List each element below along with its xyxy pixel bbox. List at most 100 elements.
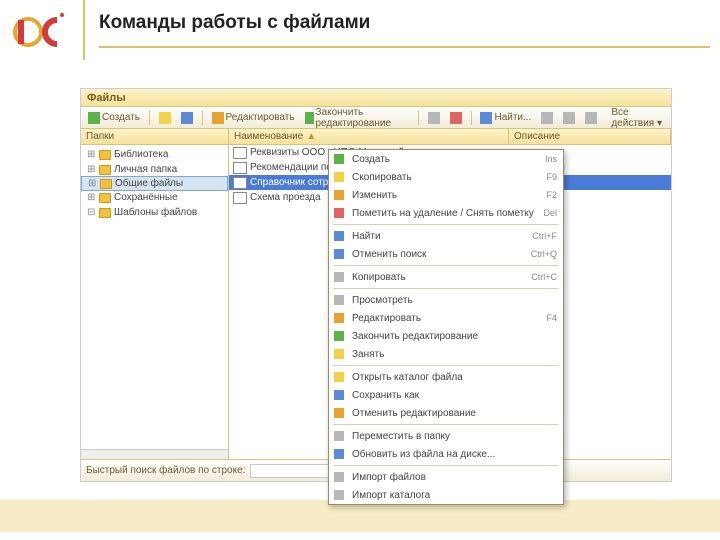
context-menu-item[interactable]: Сохранить как (329, 386, 563, 404)
menu-item-shortcut: Ctrl+Q (531, 249, 557, 259)
tree-item[interactable]: ⊞Общие файлы (81, 176, 228, 191)
quicksearch-label: Быстрый поиск файлов по строке: (86, 465, 245, 476)
context-menu-item[interactable]: РедактироватьF4 (329, 309, 563, 327)
tree-twisty-icon[interactable]: ⊞ (87, 149, 96, 160)
tb-icon-3[interactable] (425, 111, 443, 125)
menu-item-label: Просмотреть (352, 295, 557, 306)
search-icon (480, 112, 492, 124)
file-icon (233, 177, 247, 189)
tree-item[interactable]: ⊞Личная папка (81, 162, 228, 177)
finish-edit-button[interactable]: Закончить редактирование (302, 106, 412, 130)
menu-item-label: Занять (352, 349, 557, 360)
release-icon (331, 406, 347, 420)
menu-item-label: Импорт файлов (352, 472, 557, 483)
tree-header[interactable]: Папки (81, 129, 228, 145)
context-menu-item[interactable]: Просмотреть (329, 291, 563, 309)
menu-item-shortcut: Del (543, 208, 557, 218)
menu-separator (333, 424, 559, 425)
copy2-icon (331, 270, 347, 284)
take-icon (331, 347, 347, 361)
menu-item-shortcut: F9 (546, 172, 557, 182)
context-menu-item[interactable]: ИзменитьF2 (329, 186, 563, 204)
page-title: Команды работы с файлами (99, 12, 710, 34)
context-menu-item[interactable]: Пометить на удаление / Снять пометкуDel (329, 204, 563, 222)
menu-item-label: Открыть каталог файла (352, 372, 557, 383)
context-menu: СоздатьInsСкопироватьF9ИзменитьF2Пометит… (328, 149, 564, 505)
tb-icon-4[interactable] (447, 111, 465, 125)
file-icon (233, 162, 247, 174)
folder-icon (159, 112, 171, 124)
context-menu-item[interactable]: Отменить редактирование (329, 404, 563, 422)
col-desc[interactable]: Описание (509, 129, 671, 144)
menu-item-shortcut: F4 (546, 313, 557, 323)
tb-icon-6[interactable] (560, 111, 578, 125)
menu-item-label: Создать (352, 154, 545, 165)
tree-item-label: Шаблоны файлов (114, 207, 197, 218)
tree-scrollbar[interactable] (81, 449, 228, 459)
context-menu-item[interactable]: СкопироватьF9 (329, 168, 563, 186)
tree-twisty-icon[interactable]: ⊞ (87, 164, 96, 175)
context-menu-item[interactable]: Импорт файлов (329, 468, 563, 486)
tb-icon-1[interactable] (156, 111, 174, 125)
file-icon (233, 147, 247, 159)
create-button[interactable]: Создать (85, 111, 143, 125)
check-icon (305, 112, 314, 124)
finish-edit-label: Закончить редактирование (316, 107, 409, 129)
menu-item-label: Копировать (352, 272, 531, 283)
tb-icon-2[interactable] (178, 111, 196, 125)
find-button[interactable]: Найти... (477, 111, 534, 125)
view-icon (331, 293, 347, 307)
menu-item-label: Обновить из файла на диске... (352, 449, 557, 460)
context-menu-item[interactable]: КопироватьCtrl+C (329, 268, 563, 286)
tree-twisty-icon[interactable]: ⊞ (87, 192, 96, 203)
menu-item-label: Отменить редактирование (352, 408, 557, 419)
menu-separator (333, 288, 559, 289)
change-icon (331, 188, 347, 202)
menu-separator (333, 365, 559, 366)
menu-item-shortcut: F2 (546, 190, 557, 200)
context-menu-item[interactable]: Импорт каталога (329, 486, 563, 504)
folder-icon (99, 150, 111, 160)
edit-button[interactable]: Редактировать (209, 111, 298, 125)
separator (418, 111, 419, 125)
list-header: Наименование▲ Описание (229, 129, 671, 145)
window-title: Файлы (81, 89, 671, 107)
context-menu-item[interactable]: Закончить редактирование (329, 327, 563, 345)
context-menu-item[interactable]: Переместить в папку (329, 427, 563, 445)
context-menu-item[interactable]: НайтиCtrl+F (329, 227, 563, 245)
edit-label: Редактировать (226, 112, 295, 123)
context-menu-item[interactable]: Обновить из файла на диске... (329, 445, 563, 463)
x-icon (450, 112, 462, 124)
menu-item-shortcut: Ctrl+C (531, 272, 557, 282)
all-actions-label: Все действия ▾ (611, 107, 664, 129)
menu-item-label: Импорт каталога (352, 490, 557, 501)
doc-icon (428, 112, 440, 124)
separator (149, 111, 150, 125)
separator (202, 111, 203, 125)
tree-item[interactable]: ⊞Библиотека (81, 147, 228, 162)
tb-icon-5[interactable] (538, 111, 556, 125)
context-menu-item[interactable]: Занять (329, 345, 563, 363)
folder-icon (99, 165, 111, 175)
menu-item-label: Переместить в папку (352, 431, 557, 442)
update-icon (331, 447, 347, 461)
context-menu-item[interactable]: Открыть каталог файла (329, 368, 563, 386)
create-label: Создать (102, 112, 140, 123)
context-menu-item[interactable]: Отменить поискCtrl+Q (329, 245, 563, 263)
context-menu-item[interactable]: СоздатьIns (329, 150, 563, 168)
import-dir-icon (331, 488, 347, 502)
col-name[interactable]: Наименование▲ (229, 129, 509, 144)
misc-icon (563, 112, 575, 124)
list-row-label: Схема проезда (250, 192, 321, 203)
all-actions-button[interactable]: Все действия ▾ (608, 106, 667, 130)
copy-icon (331, 170, 347, 184)
tree-item[interactable]: ⊞Сохранённые (81, 190, 228, 205)
menu-item-label: Пометить на удаление / Снять пометку (352, 208, 543, 219)
tree-item[interactable]: ⊟ Шаблоны файлов (81, 205, 228, 220)
title-rule (99, 46, 710, 48)
tree-twisty-icon[interactable]: ⊟ (87, 207, 96, 218)
tree-twisty-icon[interactable]: ⊞ (88, 178, 97, 189)
tb-icon-7[interactable] (582, 111, 600, 125)
menu-separator (333, 224, 559, 225)
menu-item-label: Отменить поиск (352, 249, 531, 260)
